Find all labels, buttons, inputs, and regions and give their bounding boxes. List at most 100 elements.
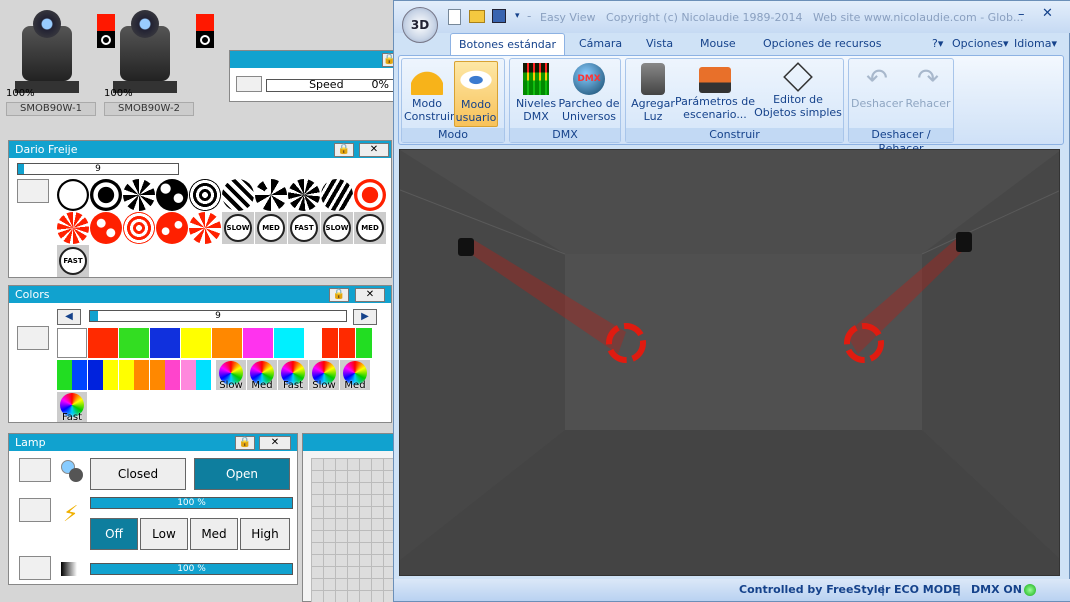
gobo-option-2[interactable] [90,179,122,211]
color-option-7[interactable] [243,328,273,358]
color-split-5-2[interactable] [196,360,211,390]
gobo-rotate-fast-button[interactable]: FAST [288,212,320,244]
qat-dropdown-icon[interactable]: ▾ [515,11,520,21]
color-option-8[interactable] [274,328,304,358]
close-icon[interactable]: ✕ [359,143,389,157]
parcheo-universos-button[interactable]: DMX Parcheo de Universos [558,61,620,127]
color-slider[interactable]: 9 [89,310,347,322]
gobo-option-13[interactable] [123,212,155,244]
strobe-swatch[interactable] [19,556,51,580]
gobo-rotate-fast-button[interactable]: FAST [57,245,89,277]
app-logo-3d-icon[interactable]: 3D [402,7,438,43]
color-swatch[interactable] [17,326,49,350]
save-icon[interactable] [492,9,506,23]
color-split-2-1[interactable] [88,360,103,390]
tab-botones-estandar[interactable]: Botones estándar [450,33,566,55]
fixture-2[interactable]: 100% SMOB90W-2 [104,10,196,118]
level-low-button[interactable]: Low [140,518,188,550]
color-split-2-2[interactable] [103,360,118,390]
language-menu[interactable]: Idioma▾ [1006,33,1065,55]
gobo-rotate-med-button[interactable]: MED [354,212,386,244]
niveles-dmx-button[interactable]: Niveles DMX [514,61,558,127]
lock-icon[interactable]: 🔒 [329,288,349,302]
color-split-4-2[interactable] [165,360,180,390]
gobo-option-10[interactable] [354,179,386,211]
color-option-2[interactable] [88,328,118,358]
gobo-option-14[interactable] [156,212,188,244]
shutter-closed-button[interactable]: Closed [90,458,186,490]
color-wheel-slow-button[interactable]: Slow [309,360,339,391]
color-option-4[interactable] [150,328,180,358]
level-off-button[interactable]: Off [90,518,138,550]
grid-canvas[interactable] [311,458,395,602]
gobo-option-5[interactable] [189,179,221,211]
color-option-3[interactable] [119,328,149,358]
gobo-option-3[interactable] [123,179,155,211]
fixture-1[interactable]: 100% SMOB90W-1 [6,10,98,118]
parametros-escenario-button[interactable]: Parámetros de escenario... [674,61,756,127]
tab-camara[interactable]: Cámara [571,33,630,55]
color-next-button[interactable]: ▶ [353,309,377,325]
minimize-button[interactable]: – [1018,7,1025,22]
tab-mouse[interactable]: Mouse [692,33,744,55]
color-split-3-1[interactable] [119,360,134,390]
modo-construir-button[interactable]: Modo Construir [404,61,455,127]
color-wheel-slow-button[interactable]: Slow [216,360,246,391]
speed-swatch[interactable] [236,76,262,92]
color-option-6[interactable] [212,328,242,358]
agregar-luz-button[interactable]: Agregar Luz [630,61,676,127]
color-option-11[interactable] [339,328,355,358]
color-split-4-1[interactable] [150,360,165,390]
gobo-swatch[interactable] [17,179,49,203]
gobo-option-11[interactable] [57,212,89,244]
gobo-option-1[interactable] [57,179,89,211]
color-prev-button[interactable]: ◀ [57,309,81,325]
3d-viewport[interactable] [399,149,1060,576]
close-window-button[interactable]: ✕ [1042,6,1053,21]
color-split-1-2[interactable] [72,360,87,390]
color-split-1-1[interactable] [57,360,72,390]
open-folder-icon[interactable] [469,10,485,23]
gobo-option-7[interactable] [255,179,287,211]
gobo-option-15[interactable] [189,212,221,244]
gobo-option-4[interactable] [156,179,188,211]
color-option-12[interactable] [356,328,372,358]
color-split-5-1[interactable] [181,360,196,390]
modo-usuario-button[interactable]: Modo usuario [454,61,498,127]
color-option-10[interactable] [322,328,338,358]
close-icon[interactable]: ✕ [355,288,385,302]
dimmer-swatch[interactable] [19,498,51,522]
new-file-icon[interactable] [448,9,461,25]
close-icon[interactable]: ✕ [259,436,291,450]
lock-icon[interactable]: 🔒 [235,436,255,450]
color-wheel-med-button[interactable]: Med [247,360,277,391]
color-split-3-2[interactable] [134,360,149,390]
tab-vista[interactable]: Vista [638,33,681,55]
gobo-option-12[interactable] [90,212,122,244]
gobo-option-8[interactable] [288,179,320,211]
color-option-1[interactable] [57,328,87,358]
tab-opciones-recursos[interactable]: Opciones de recursos [755,33,889,55]
gobo-slider[interactable]: 9 [17,163,179,175]
gobo-option-6[interactable] [222,179,254,211]
gobo-rotate-slow-button[interactable]: SLOW [222,212,254,244]
lock-icon[interactable]: 🔒 [334,143,354,157]
level-med-button[interactable]: Med [190,518,238,550]
gobo-option-9[interactable] [321,179,353,211]
color-wheel-fast-button[interactable]: Fast [278,360,308,391]
color-wheel-fast-button[interactable]: Fast [57,392,87,423]
color-option-9[interactable] [305,328,321,358]
gobo-rotate-slow-button[interactable]: SLOW [321,212,353,244]
level-high-button[interactable]: High [240,518,290,550]
dimmer-bar[interactable]: 100 % [90,497,293,509]
gobo-rotate-med-button[interactable]: MED [255,212,287,244]
speed-bar[interactable]: Speed 0% [266,79,394,92]
strobe-bar[interactable]: 100 % [90,563,293,575]
shutter-open-button[interactable]: Open [194,458,290,490]
color-wheel-med-button[interactable]: Med [340,360,370,391]
shutter-swatch[interactable] [19,458,51,482]
rehacer-button[interactable]: ↷ Rehacer [903,61,953,127]
color-option-5[interactable] [181,328,211,358]
editor-objetos-button[interactable]: Editor de Objetos simples [754,61,842,127]
deshacer-button[interactable]: ↶ Deshacer [851,61,903,127]
